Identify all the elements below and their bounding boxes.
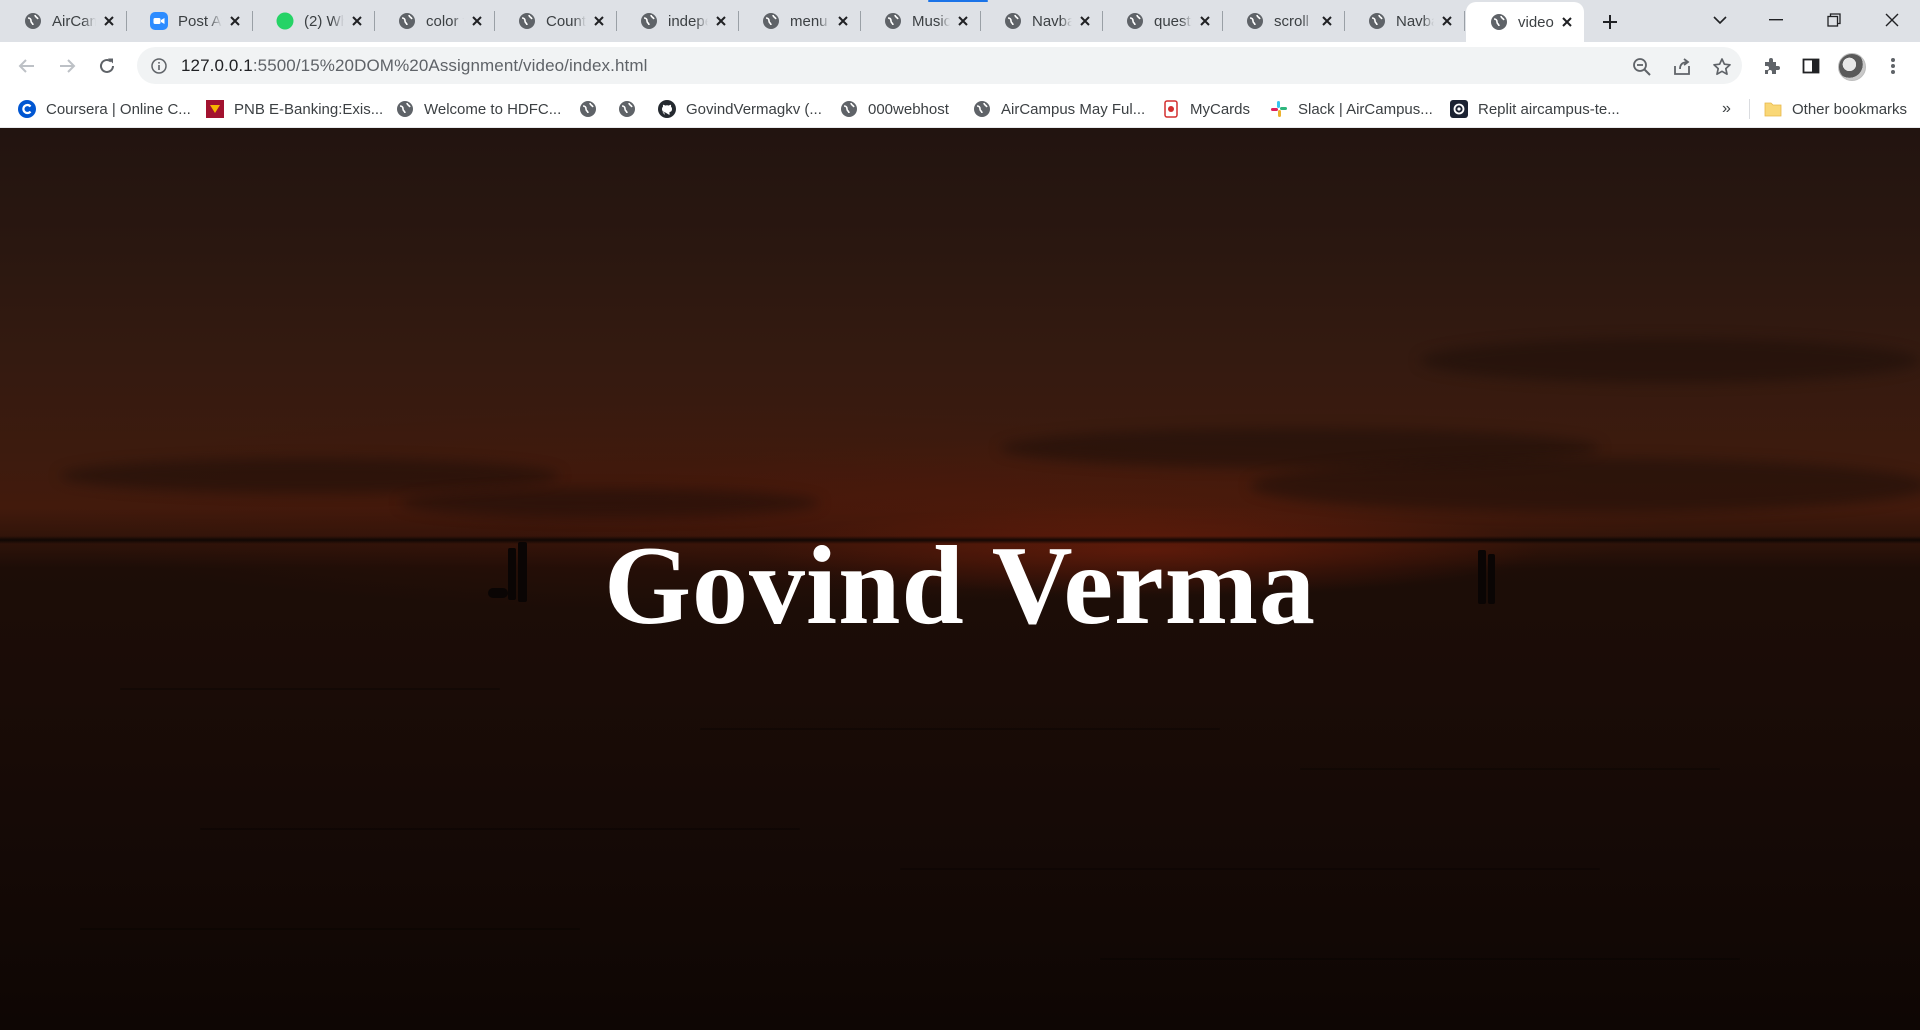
globe-icon: [1368, 12, 1386, 30]
bookmarks-bar: Coursera | Online C... PNB E-Banking:Exi…: [0, 89, 1920, 128]
replit-icon: [1450, 100, 1468, 118]
close-icon[interactable]: [1318, 12, 1336, 30]
other-bookmarks-folder[interactable]: Other bookmarks: [1764, 97, 1907, 121]
globe-icon: [618, 100, 636, 118]
bookmark-globe-2[interactable]: [618, 97, 646, 121]
reload-button[interactable]: [90, 49, 124, 83]
tab-counter[interactable]: Counter: [494, 0, 617, 42]
close-icon: [1885, 13, 1899, 27]
tab-navbar-2[interactable]: Navbar: [1344, 0, 1465, 42]
side-panel-icon[interactable]: [1797, 52, 1825, 80]
globe-icon: [840, 100, 858, 118]
close-icon[interactable]: [712, 12, 730, 30]
back-button[interactable]: [10, 49, 44, 83]
video-background: Govind Verma: [0, 128, 1920, 1030]
close-icon[interactable]: [1076, 12, 1094, 30]
bookmarks-divider: [1749, 99, 1750, 119]
globe-icon: [579, 100, 597, 118]
github-icon: [658, 100, 676, 118]
mycards-icon: [1162, 100, 1180, 118]
url-path: :5500/15%20DOM%20Assignment/video/index.…: [252, 55, 648, 75]
coursera-icon: [18, 100, 36, 118]
browser-toolbar: 127.0.0.1:5500/15%20DOM%20Assignment/vid…: [0, 42, 1920, 89]
close-icon[interactable]: [100, 12, 118, 30]
bookmark-star-icon[interactable]: [1710, 55, 1734, 79]
tab-music[interactable]: Music: [860, 0, 981, 42]
globe-icon: [398, 12, 416, 30]
close-window-button[interactable]: [1864, 0, 1920, 40]
bookmark-replit[interactable]: Replit aircampus-te...: [1450, 97, 1620, 121]
close-icon[interactable]: [590, 12, 608, 30]
close-icon[interactable]: [348, 12, 366, 30]
globe-icon: [973, 100, 991, 118]
close-icon[interactable]: [1438, 12, 1456, 30]
new-tab-button[interactable]: [1596, 8, 1624, 36]
tab-whatsapp[interactable]: (2) WhatsApp: [252, 0, 375, 42]
close-icon[interactable]: [954, 12, 972, 30]
minimize-button[interactable]: [1748, 0, 1804, 40]
forward-button[interactable]: [50, 49, 84, 83]
tab-questions[interactable]: questions: [1102, 0, 1223, 42]
address-bar[interactable]: 127.0.0.1:5500/15%20DOM%20Assignment/vid…: [137, 47, 1742, 84]
close-icon[interactable]: [1196, 12, 1214, 30]
close-icon[interactable]: [226, 12, 244, 30]
globe-icon: [762, 12, 780, 30]
globe-icon: [1004, 12, 1022, 30]
globe-icon: [1490, 13, 1508, 31]
globe-icon: [396, 100, 414, 118]
extensions-icon[interactable]: [1757, 52, 1785, 80]
bookmark-pnb[interactable]: PNB E-Banking:Exis...: [206, 97, 383, 121]
kebab-menu-icon[interactable]: [1879, 52, 1907, 80]
globe-icon: [518, 12, 536, 30]
bookmark-hdfc[interactable]: Welcome to HDFC...: [396, 97, 561, 121]
bookmark-slack[interactable]: Slack | AirCampus...: [1270, 97, 1433, 121]
bookmark-coursera[interactable]: Coursera | Online C...: [18, 97, 191, 121]
plus-icon: [1603, 15, 1617, 29]
tab-video[interactable]: video: [1466, 2, 1584, 42]
globe-icon: [640, 12, 658, 30]
arrow-right-icon: [60, 59, 76, 73]
whatsapp-badge-icon: [276, 12, 294, 30]
close-icon[interactable]: [468, 12, 486, 30]
bookmarks-overflow-button[interactable]: »: [1722, 97, 1731, 121]
minimize-icon: [1769, 19, 1783, 21]
globe-icon: [1126, 12, 1144, 30]
bookmark-mycards[interactable]: MyCards: [1162, 97, 1250, 121]
bookmark-000webhost[interactable]: 000webhost: [840, 97, 949, 121]
tab-scroll[interactable]: scroll: [1222, 0, 1345, 42]
reload-icon: [100, 58, 114, 73]
arrow-left-icon: [18, 59, 34, 73]
restore-button[interactable]: [1806, 0, 1862, 40]
info-icon[interactable]: [149, 56, 169, 76]
slack-icon: [1270, 100, 1288, 118]
chevron-down-icon: [1713, 16, 1727, 25]
avatar[interactable]: [1838, 53, 1866, 81]
share-icon[interactable]: [1670, 55, 1694, 79]
tab-search-button[interactable]: [1692, 0, 1748, 40]
bookmark-globe-1[interactable]: [579, 97, 607, 121]
pnb-icon: [206, 100, 224, 118]
bookmark-github[interactable]: GovindVermagkv (...: [658, 97, 822, 121]
url-text[interactable]: 127.0.0.1:5500/15%20DOM%20Assignment/vid…: [181, 56, 647, 76]
globe-icon: [24, 12, 42, 30]
page-heading: Govind Verma: [603, 524, 1317, 648]
globe-icon: [1246, 12, 1264, 30]
url-host: 127.0.0.1: [181, 55, 253, 75]
tab-independent[interactable]: independent: [616, 0, 739, 42]
globe-icon: [884, 12, 902, 30]
tab-menu[interactable]: menu: [738, 0, 861, 42]
tab-aircampus[interactable]: AirCampus: [0, 0, 127, 42]
close-icon[interactable]: [834, 12, 852, 30]
zoom-icon: [150, 12, 168, 30]
bookmark-aircampus[interactable]: AirCampus May Ful...: [973, 97, 1145, 121]
restore-icon: [1827, 13, 1841, 27]
zoom-out-icon[interactable]: [1630, 55, 1654, 79]
close-icon[interactable]: [1558, 13, 1576, 31]
folder-icon: [1764, 100, 1782, 118]
tab-navbar[interactable]: Navbar: [980, 0, 1103, 42]
tab-color-flipper[interactable]: color flipper: [374, 0, 495, 42]
tab-strip: AirCampus Post Attendee (2) WhatsApp col…: [0, 0, 1920, 42]
tab-post-attendee[interactable]: Post Attendee: [126, 0, 253, 42]
